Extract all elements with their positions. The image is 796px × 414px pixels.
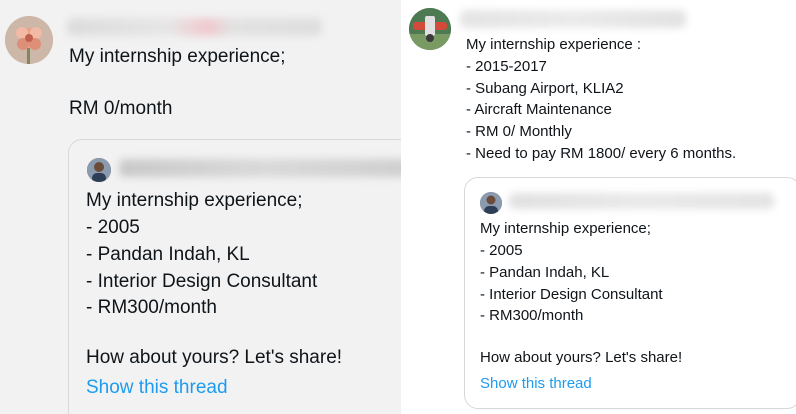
author-name-blurred[interactable] (460, 10, 686, 28)
post-text-line-2: - 2015-2017 (466, 58, 547, 75)
quoted-text-line-2: - 2005 (86, 217, 140, 238)
post-text-line-3: - Subang Airport, KLIA2 (466, 80, 624, 97)
quoted-text-line-4: - Interior Design Consultant (86, 271, 318, 292)
quoted-text-line-1: My internship experience; (86, 190, 303, 211)
person-avatar-icon (87, 158, 111, 182)
quoted-author-name-blurred (119, 159, 401, 177)
quoted-text-line-6: How about yours? Let's share! (480, 349, 683, 366)
quoted-text-line-5: - RM300/month (86, 297, 217, 318)
quoted-author-name-blurred (509, 193, 774, 209)
quoted-text-line-3: - Pandan Indah, KL (480, 264, 610, 281)
quoted-text-line-1: My internship experience; (480, 220, 651, 237)
quoted-text-line-6: How about yours? Let's share! (86, 347, 343, 368)
quoted-text-line-4: - Interior Design Consultant (480, 286, 663, 303)
quoted-text-line-3: - Pandan Indah, KL (86, 244, 250, 265)
quoted-text-line-2: - 2005 (480, 242, 523, 259)
post-text-line-6: - Need to pay RM 1800/ every 6 months. (466, 145, 737, 162)
author-name-blurred[interactable] (67, 18, 322, 36)
post-text-line-4: - Aircraft Maintenance (466, 101, 612, 118)
quoted-text-line-5: - RM300/month (480, 307, 584, 324)
quoted-post-card[interactable]: My internship experience; - 2005 - Panda… (68, 139, 401, 414)
post-text-line-1: My internship experience; (69, 46, 286, 67)
post-text-line-5: - RM 0/ Monthly (466, 123, 572, 140)
person-avatar-icon (480, 192, 502, 214)
quoted-post-card[interactable]: My internship experience; - 2005 - Panda… (464, 177, 796, 409)
show-thread-link[interactable]: Show this thread (86, 377, 228, 399)
show-thread-link[interactable]: Show this thread (480, 375, 592, 392)
right-tweet-panel: My internship experience : - 2015-2017 -… (404, 0, 796, 414)
left-tweet-panel: My internship experience; RM 0/month My … (0, 0, 401, 414)
flower-avatar-icon[interactable] (5, 16, 53, 64)
aircraft-avatar-icon[interactable] (409, 8, 451, 50)
post-text-line-1: My internship experience : (466, 36, 642, 53)
post-text-line-2: RM 0/month (69, 98, 173, 119)
